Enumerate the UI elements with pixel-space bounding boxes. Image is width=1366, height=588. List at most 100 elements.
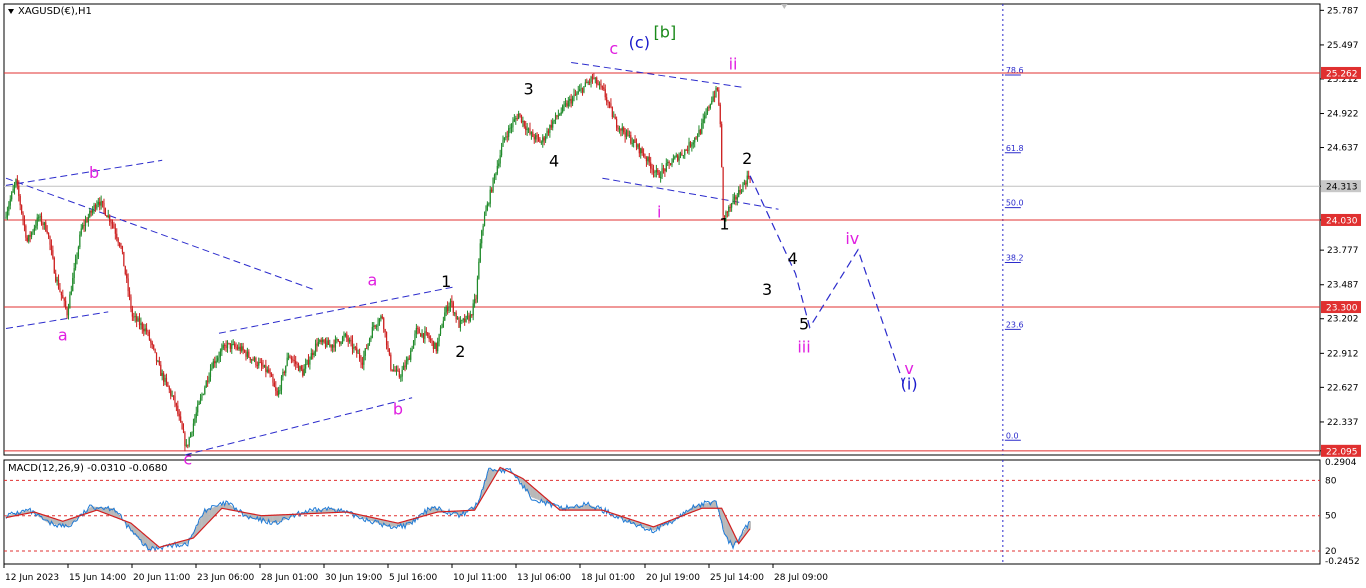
candle-body [743, 182, 745, 184]
candle-body [123, 251, 125, 267]
candle-body [505, 136, 507, 138]
candle-body [596, 77, 598, 85]
candle-body [554, 115, 557, 120]
candle-body [103, 202, 105, 209]
candle-body [591, 76, 594, 79]
dropdown-triangle-icon[interactable] [8, 8, 14, 14]
candle-body [174, 396, 176, 404]
candle-body [52, 250, 54, 258]
candle-body [458, 318, 460, 328]
candle-body [160, 364, 162, 376]
candle-body [199, 397, 202, 402]
candle-body [563, 104, 565, 106]
candle-body [211, 368, 213, 370]
candle-body [638, 144, 640, 154]
candle-body [26, 237, 28, 242]
candle-body [442, 320, 444, 328]
candle-body [726, 211, 728, 213]
candle-body [363, 355, 365, 365]
candle-body [648, 156, 650, 163]
candle-body [77, 247, 80, 257]
candle-body [432, 340, 435, 349]
candle-body [180, 416, 182, 422]
candle-body [6, 211, 9, 218]
candle-body [343, 335, 345, 338]
candle-body [518, 113, 520, 120]
candle-body [471, 314, 473, 316]
candle-body [395, 369, 398, 372]
candle-body [571, 97, 574, 104]
candle-body [671, 162, 673, 166]
candle-body [407, 358, 409, 362]
main-plot-frame [3, 3, 1321, 456]
candle-body [83, 225, 85, 227]
candle-body [590, 76, 592, 83]
macd-y-tick-label: 50 [1325, 512, 1337, 522]
candle-body [381, 316, 383, 319]
candle-body [704, 115, 706, 120]
candle-body [520, 114, 523, 123]
candle-body [645, 157, 648, 162]
candle-body [148, 331, 151, 340]
wave-label: 3 [523, 80, 533, 99]
candle-body [684, 149, 686, 156]
candle-body [29, 235, 31, 237]
candle-body [224, 345, 226, 346]
candle-body [610, 103, 612, 108]
candle-body [701, 123, 703, 134]
candle-body [295, 360, 297, 365]
candle-body [109, 215, 111, 222]
candle-body [692, 142, 694, 145]
candle-body [212, 361, 214, 369]
candle-body [545, 136, 547, 141]
candle-body [114, 228, 116, 234]
candle-body [667, 161, 669, 164]
candle-body [397, 369, 399, 372]
candle-body [320, 340, 322, 342]
candle-body [155, 352, 158, 362]
candle-body [616, 119, 618, 128]
wave-label: (c) [629, 33, 650, 52]
candle-body [535, 135, 537, 140]
candle-body [479, 243, 481, 262]
candle-body [466, 315, 469, 317]
candle-body [86, 220, 88, 223]
candle-body [207, 380, 209, 382]
candle-body [414, 333, 416, 341]
candle-body [354, 347, 356, 348]
candle-body [8, 205, 10, 212]
candle-body [297, 364, 300, 372]
level-price-label: 22.095 [1326, 447, 1358, 457]
candle-body [562, 105, 564, 112]
candle-body [600, 83, 602, 87]
candle-body [49, 236, 51, 245]
y-tick-label: 23.202 [1327, 315, 1359, 325]
candle-body [205, 380, 207, 388]
candle-body [42, 223, 44, 225]
candle-body [119, 242, 121, 247]
candle-body [434, 342, 436, 349]
candle-body [564, 103, 567, 105]
wave-label: c [183, 450, 192, 469]
candle-body [40, 215, 43, 224]
wave-label: iv [845, 229, 859, 248]
price-chart[interactable]: 78.661.850.038.223.60.0abcab1234c (c)[b]i… [0, 0, 1366, 588]
candle-body [627, 130, 629, 136]
candle-body [50, 244, 53, 251]
fib-level-label: 78.6 [1006, 66, 1024, 75]
candle-body [248, 351, 250, 358]
candle-body [447, 306, 449, 311]
candle-body [188, 437, 190, 446]
candle-body [550, 125, 552, 128]
candle-body [503, 137, 506, 140]
candle-body [547, 130, 550, 133]
macd-y-tick-label: 80 [1325, 476, 1337, 486]
candle-body [141, 323, 143, 330]
macd-plot-frame [3, 459, 1321, 565]
candle-body [236, 347, 239, 350]
y-tick-label: 22.337 [1327, 418, 1359, 428]
candle-body [685, 149, 687, 151]
candle-body [515, 118, 517, 120]
candle-body [462, 318, 464, 321]
candle-body [589, 81, 591, 83]
